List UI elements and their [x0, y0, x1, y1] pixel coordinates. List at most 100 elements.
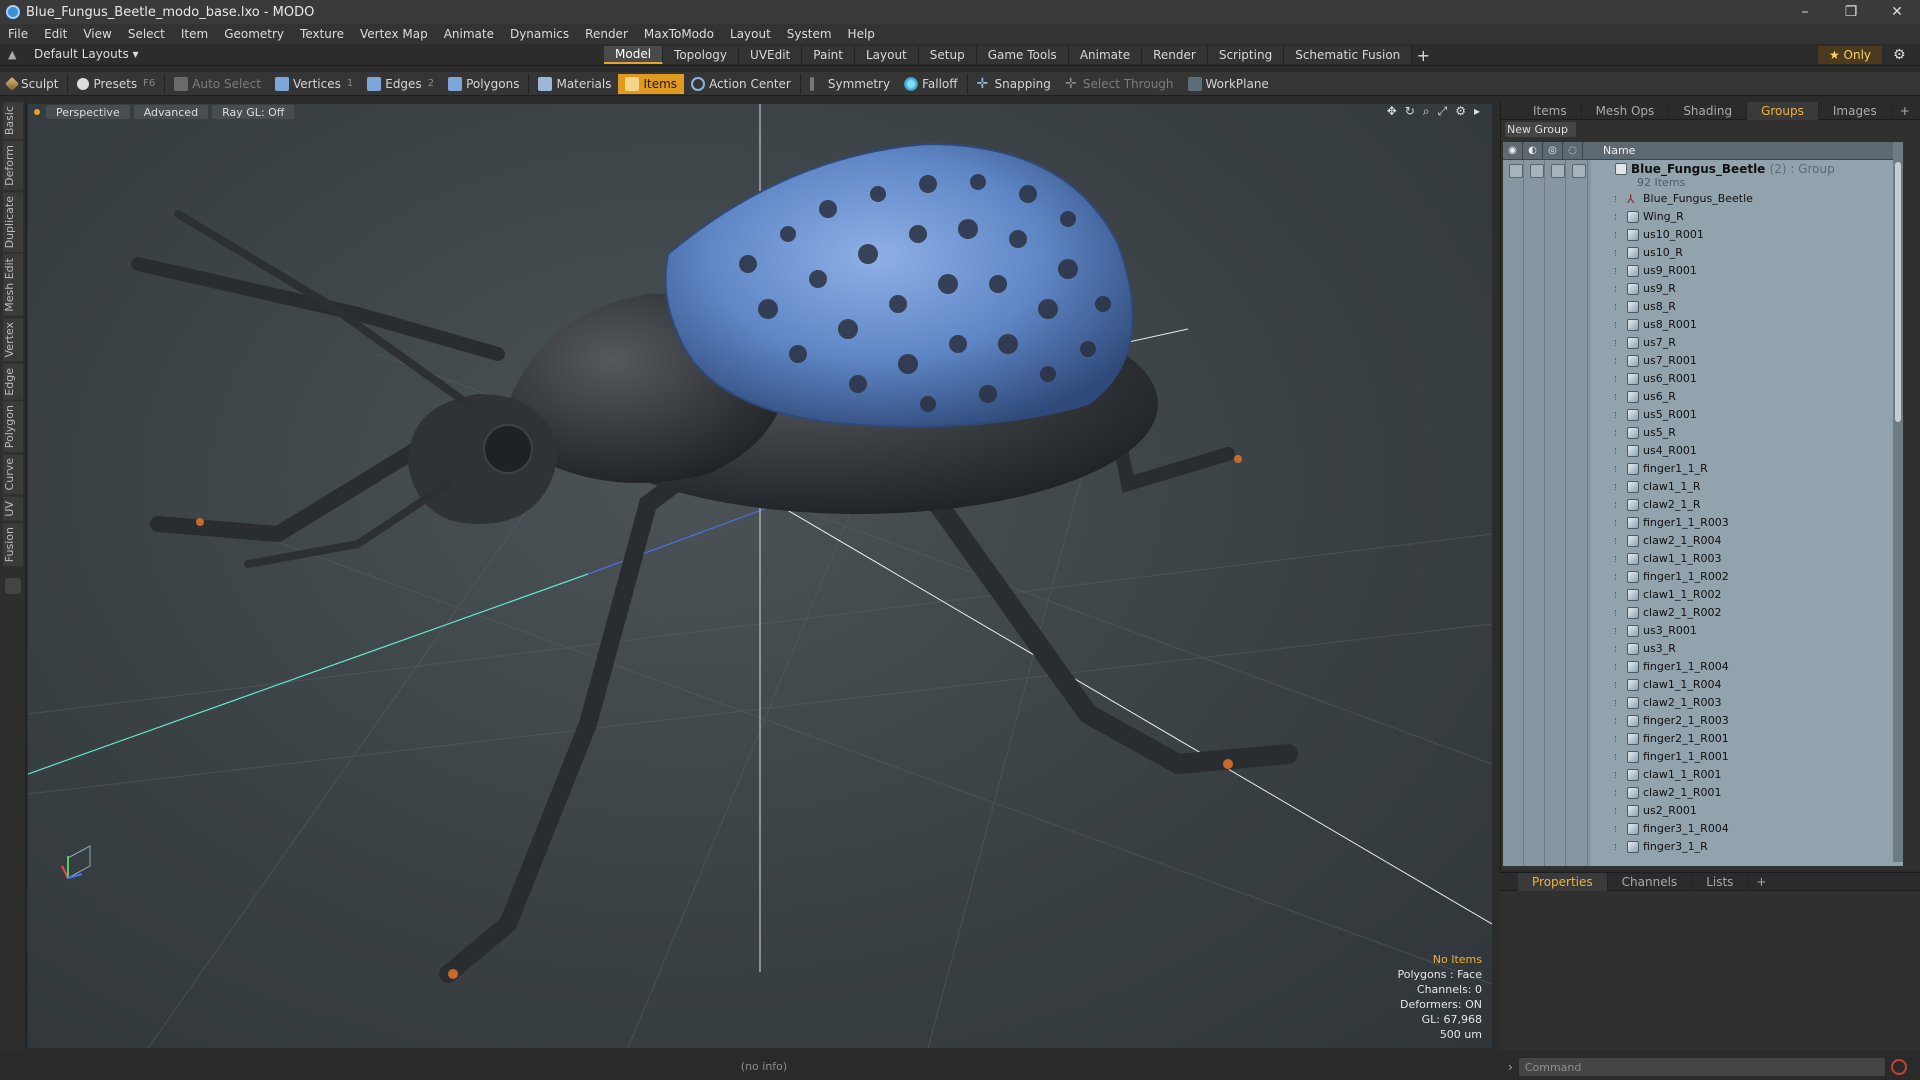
menu-texture[interactable]: Texture — [300, 27, 344, 41]
menu-view[interactable]: View — [83, 27, 111, 41]
list-item[interactable]: us6_R001 — [1503, 370, 1903, 388]
auto-select-button[interactable]: Auto Select — [167, 74, 268, 94]
name-column-header[interactable]: Name — [1583, 144, 1635, 157]
layout-arrow-icon[interactable]: ▲ — [8, 48, 20, 61]
select-toggle-icon[interactable]: ◌ — [1563, 142, 1583, 160]
close-button[interactable]: ✕ — [1874, 0, 1920, 24]
zoom-icon[interactable]: ⌕ — [1423, 104, 1430, 119]
items-button[interactable]: Items — [618, 73, 685, 94]
left-tab-edge[interactable]: Edge — [3, 363, 23, 400]
new-group-button[interactable]: New Group — [1505, 121, 1576, 137]
viewport-gear-icon[interactable]: ⚙ — [1455, 104, 1466, 119]
tab-animate[interactable]: Animate — [1068, 46, 1143, 64]
left-tab-basic[interactable]: Basic — [3, 102, 23, 140]
only-button[interactable]: ★ Only — [1818, 46, 1882, 64]
rotate-icon[interactable]: ↻ — [1405, 104, 1415, 119]
list-item[interactable]: finger1_1_R003 — [1503, 514, 1903, 532]
left-tab-curve[interactable]: Curve — [3, 454, 23, 495]
list-item[interactable]: us10_R001 — [1503, 226, 1903, 244]
add-tab-icon[interactable]: + — [1412, 46, 1434, 65]
viewport-menu-icon[interactable] — [34, 109, 40, 115]
view-type-button[interactable]: Perspective — [46, 105, 130, 119]
left-tab-uv[interactable]: UV — [3, 496, 23, 521]
tab-mesh-ops[interactable]: Mesh Ops — [1582, 101, 1670, 120]
viewport-expand-icon[interactable]: ▸ — [1474, 104, 1480, 119]
menu-layout[interactable]: Layout — [730, 27, 771, 41]
list-item[interactable]: us3_R001 — [1503, 622, 1903, 640]
tab-shading[interactable]: Shading — [1669, 101, 1748, 120]
shading-mode-button[interactable]: Advanced — [133, 105, 209, 119]
vertices-button[interactable]: Vertices 1 — [268, 74, 360, 94]
left-tab-fusion[interactable]: Fusion — [3, 522, 23, 566]
add-properties-tab-icon[interactable]: + — [1748, 875, 1774, 889]
list-item[interactable]: us3_R — [1503, 640, 1903, 658]
tab-lists[interactable]: Lists — [1692, 872, 1749, 891]
left-tab-polygon[interactable]: Polygon — [3, 401, 23, 453]
list-item[interactable]: us8_R — [1503, 298, 1903, 316]
list-item[interactable]: claw1_1_R002 — [1503, 586, 1903, 604]
list-item[interactable]: us10_R — [1503, 244, 1903, 262]
menu-file[interactable]: File — [8, 27, 28, 41]
group-render-toggle[interactable] — [1530, 164, 1544, 178]
3d-viewport[interactable]: Perspective Advanced Ray GL: Off ✥ ↻ ⌕ ⤢… — [28, 104, 1492, 1048]
list-item[interactable]: us6_R — [1503, 388, 1903, 406]
select-through-button[interactable]: ✛ Select Through — [1058, 74, 1181, 94]
menu-system[interactable]: System — [787, 27, 832, 41]
group-row[interactable]: Blue_Fungus_Beetle (2) : Group 92 Items — [1503, 160, 1903, 190]
action-center-button[interactable]: Action Center — [684, 74, 798, 94]
list-item[interactable]: claw2_1_R004 — [1503, 532, 1903, 550]
list-item[interactable]: claw1_1_R003 — [1503, 550, 1903, 568]
group-eye-toggle[interactable] — [1509, 164, 1523, 178]
list-item[interactable]: claw2_1_R — [1503, 496, 1903, 514]
list-item[interactable]: finger3_1_R004 — [1503, 820, 1903, 838]
list-item[interactable]: claw1_1_R004 — [1503, 676, 1903, 694]
layouts-dropdown[interactable]: ▲ Default Layouts ▾ — [8, 47, 139, 61]
falloff-button[interactable]: Falloff — [897, 74, 964, 94]
list-item[interactable]: us8_R001 — [1503, 316, 1903, 334]
tab-setup[interactable]: Setup — [918, 46, 977, 64]
command-input[interactable]: Command — [1518, 1058, 1885, 1076]
menu-item[interactable]: Item — [181, 27, 208, 41]
tab-schematic-fusion[interactable]: Schematic Fusion — [1284, 46, 1413, 64]
list-item[interactable]: finger2_1_R003 — [1503, 712, 1903, 730]
pan-icon[interactable]: ✥ — [1387, 104, 1397, 119]
list-item[interactable]: finger1_1_R — [1503, 460, 1903, 478]
list-item[interactable]: us9_R — [1503, 280, 1903, 298]
tree-scrollbar[interactable] — [1893, 142, 1903, 862]
materials-button[interactable]: Materials — [531, 74, 618, 94]
list-item[interactable]: claw1_1_R — [1503, 478, 1903, 496]
add-panel-tab-icon[interactable]: + — [1892, 104, 1918, 118]
menu-vertex-map[interactable]: Vertex Map — [360, 27, 428, 41]
group-lock-toggle[interactable] — [1551, 164, 1565, 178]
edges-button[interactable]: Edges 2 — [360, 74, 441, 94]
workplane-button[interactable]: WorkPlane — [1181, 74, 1276, 94]
symmetry-button[interactable]: Symmetry — [803, 74, 897, 94]
list-item[interactable]: finger1_1_R002 — [1503, 568, 1903, 586]
menu-dynamics[interactable]: Dynamics — [510, 27, 569, 41]
tab-render[interactable]: Render — [1142, 46, 1208, 64]
list-item[interactable]: ⅄ Blue_Fungus_Beetle — [1503, 190, 1903, 208]
list-item[interactable]: us5_R — [1503, 424, 1903, 442]
list-item[interactable]: finger1_1_R001 — [1503, 748, 1903, 766]
tab-paint[interactable]: Paint — [802, 46, 855, 64]
lock-icon[interactable]: ◎ — [1543, 142, 1563, 160]
left-tab-vertex[interactable]: Vertex — [3, 318, 23, 362]
list-item[interactable]: claw1_1_R001 — [1503, 766, 1903, 784]
list-item[interactable]: us9_R001 — [1503, 262, 1903, 280]
menu-geometry[interactable]: Geometry — [224, 27, 284, 41]
left-tab-deform[interactable]: Deform — [3, 141, 23, 191]
tab-model[interactable]: Model — [604, 46, 664, 64]
list-item[interactable]: Wing_R — [1503, 208, 1903, 226]
collapse-strip-button[interactable] — [5, 577, 21, 594]
list-item[interactable]: finger3_1_R — [1503, 838, 1903, 856]
tab-channels[interactable]: Channels — [1608, 872, 1693, 891]
tab-items[interactable]: Items — [1519, 101, 1582, 120]
tab-properties[interactable]: Properties — [1518, 872, 1608, 891]
list-item[interactable]: us2_R001 — [1503, 802, 1903, 820]
menu-animate[interactable]: Animate — [444, 27, 494, 41]
menu-edit[interactable]: Edit — [44, 27, 67, 41]
list-item[interactable]: claw2_1_R001 — [1503, 784, 1903, 802]
group-select-toggle[interactable] — [1572, 164, 1586, 178]
list-item[interactable]: us5_R001 — [1503, 406, 1903, 424]
minimize-button[interactable]: – — [1782, 0, 1828, 24]
